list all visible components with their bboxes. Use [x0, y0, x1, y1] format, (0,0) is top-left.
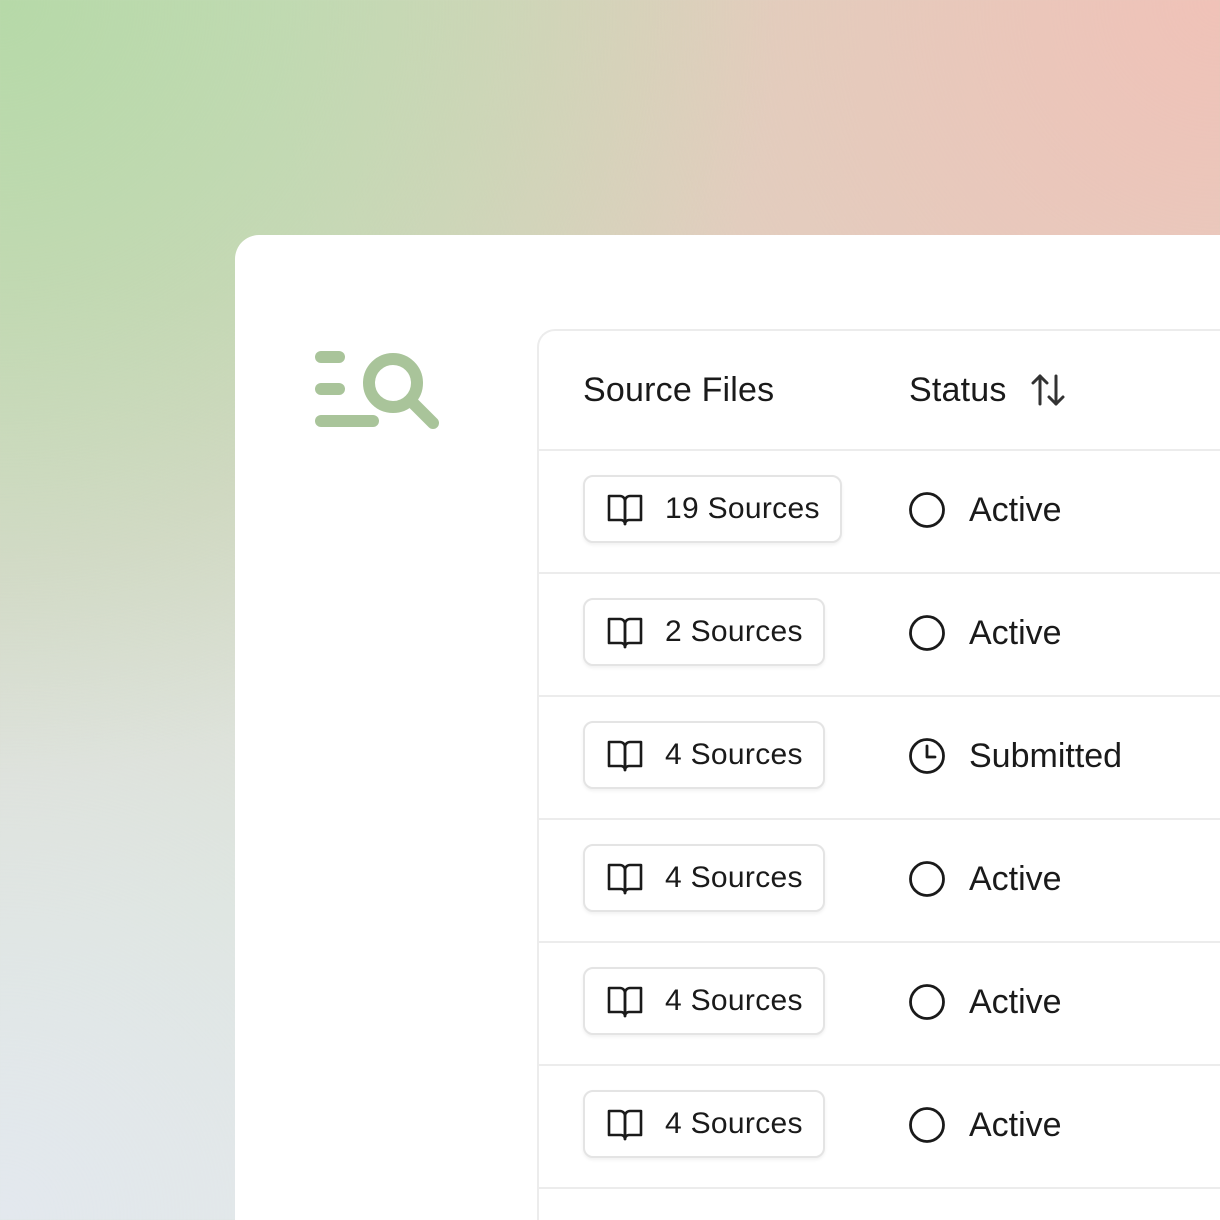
main-panel: Source Files Status 19 Sources Active 2 … — [235, 235, 1220, 1220]
sources-count: 4 Sources — [665, 984, 803, 1017]
circle-icon — [909, 615, 945, 651]
sources-count: 4 Sources — [665, 738, 803, 771]
book-open-icon — [607, 494, 643, 526]
table-header: Source Files Status — [539, 331, 1220, 451]
status-cell: Submitted — [907, 697, 1122, 815]
table-row: 4 Sources Submitted — [539, 697, 1220, 820]
status-cell: Active — [907, 943, 1062, 1061]
status-cell: Active — [907, 820, 1062, 938]
column-header-label: Source Files — [583, 370, 775, 409]
sources-count: 19 Sources — [665, 492, 820, 525]
status-cell: Active — [907, 1066, 1062, 1184]
status-text: Active — [969, 982, 1062, 1021]
book-open-icon — [607, 740, 643, 772]
sources-button[interactable]: 19 Sources — [583, 475, 842, 543]
book-open-icon — [607, 863, 643, 895]
table-row: 19 Sources Active — [539, 451, 1220, 574]
sources-count: 2 Sources — [665, 615, 803, 648]
circle-icon — [909, 861, 945, 897]
status-text: Active — [969, 613, 1062, 652]
sources-button[interactable]: 4 Sources — [583, 844, 825, 912]
sources-button[interactable]: 4 Sources — [583, 967, 825, 1035]
circle-icon — [909, 984, 945, 1020]
circle-icon — [909, 492, 945, 528]
status-text: Active — [969, 859, 1062, 898]
sources-count: 4 Sources — [665, 861, 803, 894]
book-open-icon — [607, 617, 643, 649]
sources-count: 4 Sources — [665, 1107, 803, 1140]
list-search-icon — [315, 351, 439, 429]
book-open-icon — [607, 1109, 643, 1141]
table-row: 4 Sources Active — [539, 820, 1220, 943]
book-open-icon — [607, 986, 643, 1018]
column-header-source-files: Source Files — [583, 331, 774, 449]
table-row: 4 Sources Active — [539, 1066, 1220, 1189]
table-row: 4 Sources Active — [539, 943, 1220, 1066]
sources-button[interactable]: 4 Sources — [583, 1090, 825, 1158]
circle-icon — [909, 1107, 945, 1143]
column-header-status[interactable]: Status — [909, 331, 1067, 449]
status-text: Active — [969, 490, 1062, 529]
status-text: Submitted — [969, 736, 1123, 775]
sources-button[interactable]: 2 Sources — [583, 598, 825, 666]
column-header-label: Status — [909, 370, 1007, 409]
table-row: 2 Sources Active — [539, 574, 1220, 697]
clock-icon — [909, 738, 945, 774]
status-cell: Active — [907, 574, 1062, 692]
sources-button[interactable]: 4 Sources — [583, 721, 825, 789]
status-cell: Active — [907, 451, 1062, 569]
sources-table: Source Files Status 19 Sources Active 2 … — [537, 329, 1220, 1220]
sort-arrows-icon[interactable] — [1029, 371, 1067, 409]
status-text: Active — [969, 1105, 1062, 1144]
